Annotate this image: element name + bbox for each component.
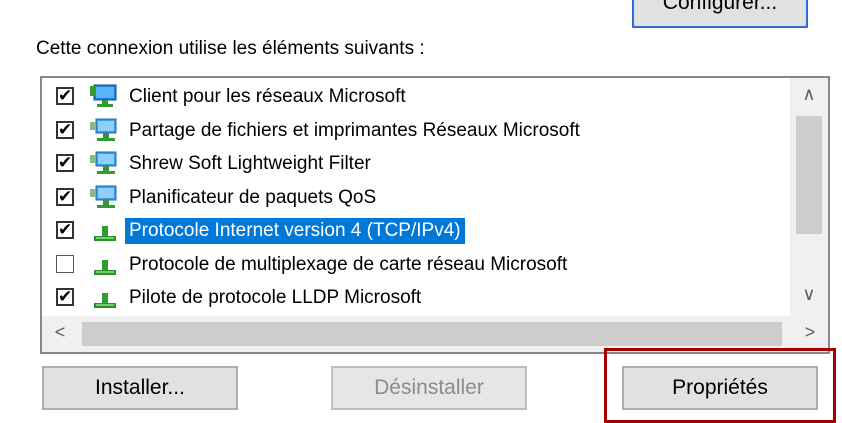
install-button[interactable]: Installer...	[42, 366, 238, 410]
horizontal-scroll-thumb[interactable]	[82, 322, 782, 346]
item-label: Partage de fichiers et imprimantes Résea…	[129, 119, 580, 141]
list-item[interactable]: ✔ Planificateur de paquets QoS	[42, 181, 790, 215]
item-label: Protocole de multiplexage de carte résea…	[129, 253, 568, 275]
scroll-up-icon[interactable]: ∧	[790, 84, 828, 105]
network-service-icon	[90, 118, 120, 144]
components-list[interactable]: ✔ Client pour les réseaux Microsoft ✔ Parta…	[40, 76, 830, 354]
vertical-scroll-thumb[interactable]	[796, 116, 822, 234]
checkmark-icon: ✔	[58, 153, 73, 172]
checkmark-icon: ✔	[58, 287, 73, 306]
checkmark-icon: ✔	[58, 186, 73, 206]
item-label: Protocole Internet version 4 (TCP/IPv4)	[125, 218, 465, 244]
configure-button[interactable]: Configurer...	[632, 0, 808, 28]
network-service-icon	[90, 185, 120, 211]
network-protocol-icon	[90, 252, 120, 278]
scroll-left-icon[interactable]: <	[42, 322, 78, 343]
components-header: Cette connexion utilise les éléments sui…	[36, 38, 425, 59]
network-service-icon	[90, 151, 120, 177]
item-checkbox[interactable]: ✔	[56, 186, 74, 206]
properties-highlight-box	[604, 348, 836, 423]
list-item[interactable]: ✔ Pilote de protocole LLDP Microsoft	[42, 281, 790, 315]
item-checkbox[interactable]: ✔	[56, 154, 74, 172]
item-checkbox[interactable]: ✔	[56, 119, 74, 139]
item-checkbox[interactable]	[56, 254, 74, 273]
item-label: Shrew Soft Lightweight Filter	[129, 153, 371, 174]
item-checkbox[interactable]: ✔	[56, 87, 74, 105]
uninstall-button[interactable]: Désinstaller	[331, 366, 527, 410]
network-client-icon	[90, 84, 120, 110]
item-checkbox[interactable]: ✔	[56, 288, 74, 306]
item-checkbox[interactable]: ✔	[56, 221, 74, 239]
item-label: Client pour les réseaux Microsoft	[129, 86, 406, 107]
list-item[interactable]: ✔ Partage de fichiers et imprimantes Rése…	[42, 114, 790, 148]
network-protocol-icon	[90, 218, 120, 244]
checkmark-icon: ✔	[58, 220, 73, 239]
list-item[interactable]: ✔ Shrew Soft Lightweight Filter	[42, 147, 790, 181]
scroll-right-icon[interactable]: >	[792, 322, 828, 343]
checkmark-icon: ✔	[58, 119, 73, 139]
vertical-scrollbar[interactable]: ∧ ∨	[790, 78, 828, 316]
list-item[interactable]: ✔ Client pour les réseaux Microsoft	[42, 80, 790, 114]
item-label: Pilote de protocole LLDP Microsoft	[129, 287, 422, 308]
horizontal-scrollbar[interactable]: < >	[42, 316, 828, 352]
scroll-down-icon[interactable]: ∨	[790, 284, 828, 305]
list-item[interactable]: Protocole de multiplexage de carte résea…	[42, 248, 790, 282]
checkmark-icon: ✔	[58, 86, 73, 105]
list-item[interactable]: ✔ Protocole Internet version 4 (TCP/IPv4)	[42, 214, 790, 248]
item-label: Planificateur de paquets QoS	[129, 186, 377, 208]
network-protocol-icon	[90, 285, 120, 311]
